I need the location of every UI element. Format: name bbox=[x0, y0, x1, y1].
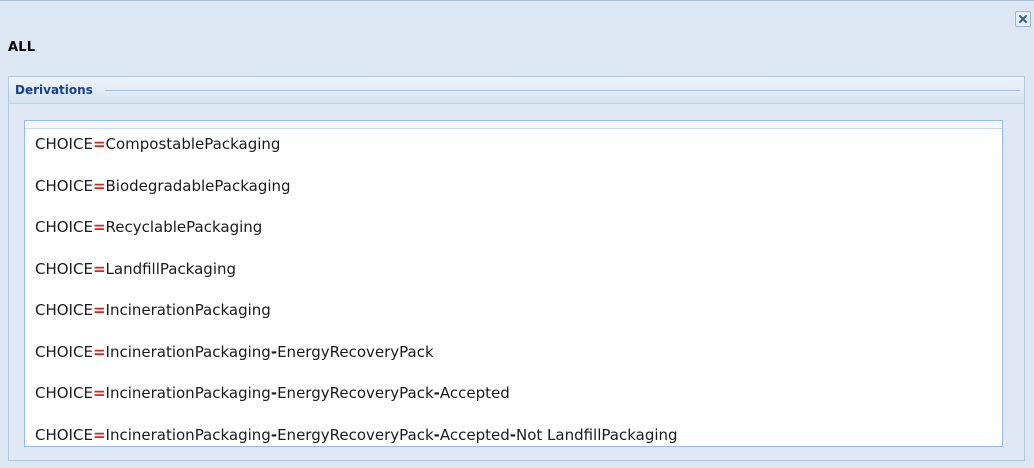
list-item[interactable]: CHOICE=IncinerationPackaging bbox=[35, 290, 1002, 332]
derivation-operator: = bbox=[92, 425, 106, 444]
derivation-key: CHOICE bbox=[35, 342, 93, 361]
legend-divider bbox=[105, 90, 1020, 91]
derivation-value: IncinerationPackaging bbox=[105, 384, 271, 402]
derivation-operator: = bbox=[92, 176, 106, 195]
derivation-key: CHOICE bbox=[35, 384, 93, 402]
derivation-operator: = bbox=[92, 218, 106, 236]
derivation-value: Accepted bbox=[439, 384, 510, 402]
close-button[interactable] bbox=[1015, 11, 1031, 27]
derivation-value: IncinerationPackaging bbox=[105, 342, 271, 361]
derivations-fieldset: Derivations CHOICE=CompostablePackaging C… bbox=[8, 76, 1025, 461]
derivation-operator: = bbox=[92, 301, 106, 319]
list-item[interactable]: CHOICE=IncinerationPackaging-EnergyRecov… bbox=[35, 415, 1002, 447]
derivation-operator: = bbox=[92, 135, 106, 153]
list-item[interactable]: CHOICE=RecyclablePackaging bbox=[35, 207, 1002, 249]
derivation-value: BiodegradablePackaging bbox=[105, 176, 291, 195]
derivation-key: CHOICE bbox=[35, 135, 93, 153]
derivations-list[interactable]: CHOICE=CompostablePackaging CHOICE=Biodeg… bbox=[24, 120, 1003, 447]
derivation-operator: = bbox=[92, 384, 106, 402]
close-icon bbox=[1019, 15, 1027, 23]
derivations-rows: CHOICE=CompostablePackaging CHOICE=Biodeg… bbox=[25, 124, 1002, 447]
derivation-value: RecyclablePackaging bbox=[105, 218, 263, 236]
derivation-key: CHOICE bbox=[35, 259, 93, 278]
derivation-key: CHOICE bbox=[35, 425, 93, 444]
derivation-value: IncinerationPackaging bbox=[105, 301, 271, 319]
derivation-operator: = bbox=[92, 342, 106, 361]
derivation-value: EnergyRecoveryPack bbox=[277, 425, 434, 444]
window-title: ALL bbox=[8, 40, 36, 55]
derivation-key: CHOICE bbox=[35, 176, 93, 195]
list-item[interactable]: CHOICE=BiodegradablePackaging bbox=[35, 166, 1002, 208]
list-item[interactable]: CHOICE=CompostablePackaging bbox=[35, 124, 1002, 166]
dialog-window: ALL Derivations CHOICE=CompostablePackag… bbox=[0, 0, 1034, 468]
derivation-operator: = bbox=[92, 259, 106, 278]
fieldset-legend-bar: Derivations bbox=[9, 77, 1024, 104]
derivation-value: IncinerationPackaging bbox=[105, 425, 271, 444]
derivation-value: CompostablePackaging bbox=[105, 135, 281, 153]
derivation-value: Accepted bbox=[439, 425, 510, 444]
derivation-value: EnergyRecoveryPack bbox=[277, 384, 434, 402]
list-item[interactable]: CHOICE=IncinerationPackaging-EnergyRecov… bbox=[35, 373, 1002, 415]
fieldset-legend: Derivations bbox=[15, 83, 93, 97]
derivation-key: CHOICE bbox=[35, 301, 93, 319]
derivation-key: CHOICE bbox=[35, 218, 93, 236]
derivation-value: EnergyRecoveryPack bbox=[277, 342, 434, 361]
derivation-value: Not LandfillPackaging bbox=[515, 425, 678, 444]
derivation-value: LandfillPackaging bbox=[105, 259, 237, 278]
list-item[interactable]: CHOICE=LandfillPackaging bbox=[35, 249, 1002, 291]
list-item[interactable]: CHOICE=IncinerationPackaging-EnergyRecov… bbox=[35, 332, 1002, 374]
